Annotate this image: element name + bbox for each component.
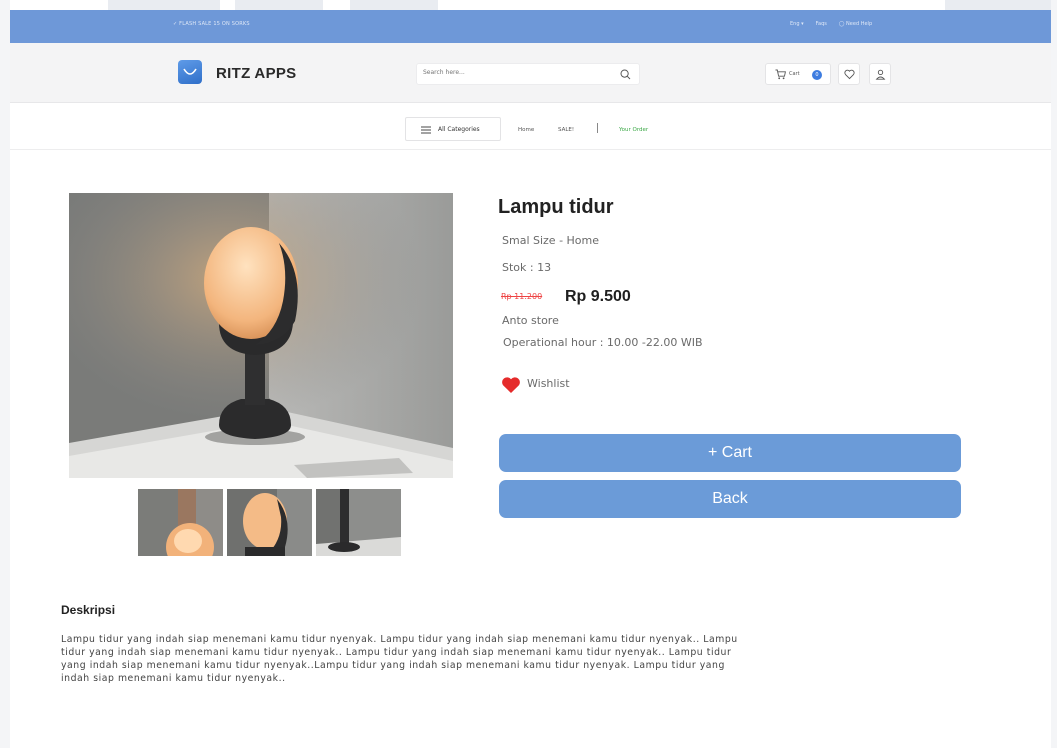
search-box [416,63,640,85]
back-button[interactable]: Back [499,480,961,518]
nav-home-link[interactable]: Home [518,127,534,133]
product-thumbnail-2[interactable] [227,489,312,556]
search-icon[interactable] [620,69,631,80]
all-categories-button[interactable]: All Categories [405,117,501,141]
promo-text: ✓ FLASH SALE 15 ON SORKS [173,21,250,27]
brand-name[interactable]: RITZ APPS [216,65,296,82]
original-price: Rp 11.200 [501,292,543,301]
operational-hours: Operational hour : 10.00 -22.00 WIB [503,336,703,349]
page: ✓ FLASH SALE 15 ON SORKS Eng ▾ Faqs ◯ Ne… [0,0,1057,748]
cart-button[interactable]: Cart 0 [765,63,831,85]
frame-edge-left [0,0,10,748]
add-to-cart-button[interactable]: + Cart [499,434,961,472]
brand-logo[interactable] [178,60,202,84]
all-categories-label: All Categories [438,126,480,133]
description-body: Lampu tidur yang indah siap menemani kam… [61,634,738,684]
category-nav: All Categories Home SALE! Your Order [10,103,1051,150]
language-selector[interactable]: Eng ▾ [790,21,804,27]
product-subtitle: Smal Size - Home [502,234,600,247]
nav-separator [597,123,598,133]
product-thumbnail-3[interactable] [316,489,401,556]
nav-sale-link[interactable]: SALE! [558,127,574,133]
store-name[interactable]: Anto store [502,314,559,327]
account-button[interactable] [869,63,891,85]
search-input[interactable] [423,69,603,76]
lamp-photo [69,193,453,478]
wishlist-label: Wishlist [527,377,570,390]
cart-icon [775,69,786,80]
cart-count-badge: 0 [812,70,822,80]
cart-label: Cart [789,71,800,77]
shopping-bag-icon [183,68,197,75]
product-main-image[interactable] [69,193,453,478]
need-help-link[interactable]: ◯ Need Help [839,21,872,27]
heart-icon [502,377,520,393]
product-thumbnail-1[interactable] [138,489,223,556]
wishlist-header-button[interactable] [838,63,860,85]
product-title: Lampu tidur [498,196,614,218]
menu-icon [421,126,431,134]
faqs-link[interactable]: Faqs [816,21,827,27]
frame-edge-right [1051,0,1057,748]
thumbnail-photo [227,489,312,556]
heart-outline-icon [844,69,855,80]
site-header: RITZ APPS Cart 0 [10,43,1051,103]
window-tab-strip [0,0,1057,10]
product-stock: Stok : 13 [502,261,552,274]
nav-your-order-link[interactable]: Your Order [619,127,648,133]
user-icon [875,69,886,80]
sale-price: Rp 9.500 [565,288,631,305]
promo-links: Eng ▾ Faqs ◯ Need Help [790,21,872,27]
promo-bar: ✓ FLASH SALE 15 ON SORKS Eng ▾ Faqs ◯ Ne… [10,10,1051,43]
thumbnail-photo [138,489,223,556]
thumbnail-photo [316,489,401,556]
description-title: Deskripsi [61,603,116,617]
